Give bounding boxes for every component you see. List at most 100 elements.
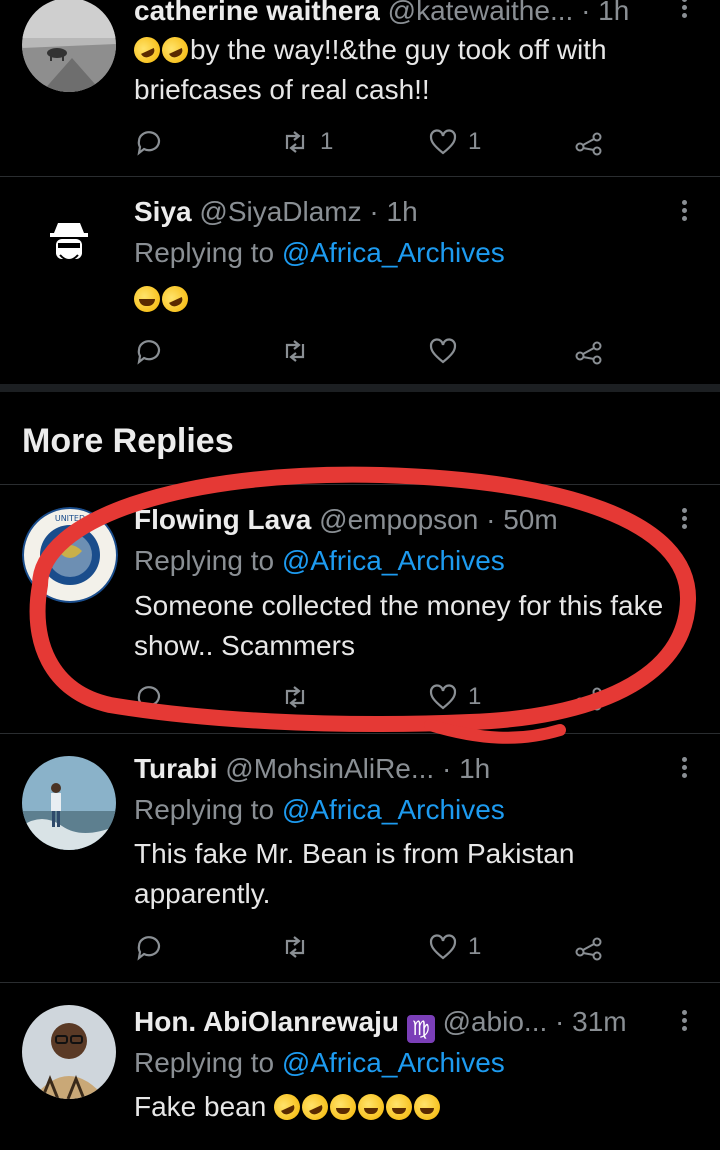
reply-button[interactable]: [134, 122, 164, 162]
tweet-actions: [134, 331, 614, 371]
replying-to-label: Replying to: [134, 1047, 275, 1078]
avatar[interactable]: UNITED: [22, 507, 118, 603]
rofl-emoji: [269, 1089, 305, 1125]
display-name[interactable]: Turabi: [134, 753, 217, 784]
display-name[interactable]: Hon. AbiOlanrewaju: [134, 1006, 399, 1037]
tweet-abiolanrewaju[interactable]: Hon. AbiOlanrewaju ♍ @abio... · 31m Repl…: [0, 983, 720, 1150]
virgo-badge-icon: ♍: [406, 1015, 435, 1043]
display-name[interactable]: Siya: [134, 196, 192, 227]
share-icon: [575, 937, 602, 961]
share-icon: [575, 132, 602, 156]
rofl-emoji: [129, 32, 165, 68]
tweet-header: catherine waithera @katewaithe... · 1h: [134, 0, 629, 28]
more-icon[interactable]: [676, 197, 692, 227]
like-button[interactable]: 1: [428, 927, 481, 967]
more-icon[interactable]: [676, 754, 692, 784]
tweet-header: Flowing Lava @empopson · 50m: [134, 503, 558, 537]
retweet-button[interactable]: [280, 331, 320, 371]
share-icon: [575, 341, 602, 365]
like-icon: [429, 934, 457, 960]
retweet-button[interactable]: [280, 927, 320, 967]
replying-to-label: Replying to: [134, 545, 275, 576]
replying-to: Replying to @Africa_Archives: [134, 793, 505, 827]
tweet-header: Siya @SiyaDlamz · 1h: [134, 195, 418, 229]
retweet-icon: [285, 936, 305, 958]
replying-to-handle[interactable]: @Africa_Archives: [282, 1047, 505, 1078]
avatar[interactable]: [22, 756, 116, 850]
share-button[interactable]: [574, 677, 604, 717]
retweet-icon: [285, 340, 305, 362]
replying-to: Replying to @Africa_Archives: [134, 1046, 505, 1080]
more-replies-heading: More Replies: [22, 422, 234, 460]
tweet-siya[interactable]: Siya @SiyaDlamz · 1h Replying to @Africa…: [0, 177, 720, 384]
tweet-turabi[interactable]: Turabi @MohsinAliRe... · 1h Replying to …: [0, 734, 720, 982]
joy-emoji: [386, 1094, 413, 1120]
rofl-emoji: [297, 1089, 333, 1125]
more-icon[interactable]: [676, 1007, 692, 1037]
tweet-actions: 1: [134, 677, 614, 717]
share-button[interactable]: [574, 122, 604, 162]
replying-to-handle[interactable]: @Africa_Archives: [282, 545, 505, 576]
reply-button[interactable]: [134, 927, 164, 967]
reply-icon: [137, 686, 161, 711]
replying-to: Replying to @Africa_Archives: [134, 544, 505, 578]
display-name[interactable]: catherine waithera: [134, 0, 380, 26]
rofl-emoji: [157, 281, 193, 317]
display-name[interactable]: Flowing Lava: [134, 504, 311, 535]
like-count: 1: [468, 683, 482, 710]
timestamp[interactable]: · 1h: [369, 196, 417, 227]
reply-button[interactable]: [134, 331, 164, 371]
replying-to-label: Replying to: [134, 794, 275, 825]
more-icon[interactable]: [676, 0, 692, 24]
tweet-catherine[interactable]: catherine waithera @katewaithe... · 1h b…: [0, 0, 720, 176]
reply-thread: catherine waithera @katewaithe... · 1h b…: [0, 0, 720, 1150]
avatar[interactable]: [22, 1005, 116, 1099]
rofl-emoji: [157, 32, 193, 68]
like-button[interactable]: [428, 331, 468, 371]
replying-to: Replying to @Africa_Archives: [134, 236, 505, 270]
joy-emoji: [414, 1094, 441, 1120]
user-handle[interactable]: @abio...: [443, 1006, 548, 1037]
more-icon[interactable]: [676, 505, 692, 535]
share-button[interactable]: [574, 927, 604, 967]
like-icon: [429, 684, 457, 710]
replying-to-label: Replying to: [134, 237, 275, 268]
retweet-button[interactable]: [280, 677, 320, 717]
timestamp[interactable]: · 50m: [486, 504, 558, 535]
retweet-count: 1: [320, 128, 334, 155]
like-count: 1: [468, 128, 482, 155]
like-button[interactable]: 1: [428, 122, 481, 162]
timestamp[interactable]: · 1h: [581, 0, 629, 26]
reply-icon: [137, 131, 161, 156]
timestamp[interactable]: · 1h: [442, 753, 490, 784]
tweet-flowing-lava[interactable]: UNITED Flowing Lava @empopson · 50m Repl…: [0, 485, 720, 733]
avatar[interactable]: [22, 0, 116, 92]
user-handle[interactable]: @MohsinAliRe...: [225, 753, 434, 784]
tweet-text: This fake Mr. Bean is from Pakistan appa…: [134, 838, 575, 909]
user-handle[interactable]: @empopson: [319, 504, 478, 535]
joy-emoji: [330, 1094, 357, 1120]
timestamp[interactable]: · 31m: [555, 1006, 627, 1037]
share-button[interactable]: [574, 331, 604, 371]
like-icon: [429, 129, 457, 155]
reply-icon: [137, 936, 161, 961]
tweet-text-content: by the way!!&the guy took off with brief…: [134, 34, 607, 105]
tweet-text-content: Fake bean: [134, 1091, 267, 1122]
section-separator: [0, 384, 720, 392]
tweet-header: Hon. AbiOlanrewaju ♍ @abio... · 31m: [134, 1005, 627, 1043]
user-handle[interactable]: @katewaithe...: [388, 0, 574, 26]
like-icon: [429, 338, 457, 364]
retweet-button[interactable]: 1: [280, 122, 333, 162]
tweet-actions: 1 1: [134, 122, 614, 162]
tweet-header: Turabi @MohsinAliRe... · 1h: [134, 752, 490, 786]
replying-to-handle[interactable]: @Africa_Archives: [282, 237, 505, 268]
tweet-text: Someone collected the money for this fak…: [134, 590, 664, 661]
retweet-icon: [285, 686, 305, 708]
avatar[interactable]: [22, 193, 116, 287]
reply-button[interactable]: [134, 677, 164, 717]
joy-emoji: [358, 1094, 385, 1120]
like-button[interactable]: 1: [428, 677, 481, 717]
reply-icon: [137, 340, 161, 365]
user-handle[interactable]: @SiyaDlamz: [199, 196, 361, 227]
replying-to-handle[interactable]: @Africa_Archives: [282, 794, 505, 825]
